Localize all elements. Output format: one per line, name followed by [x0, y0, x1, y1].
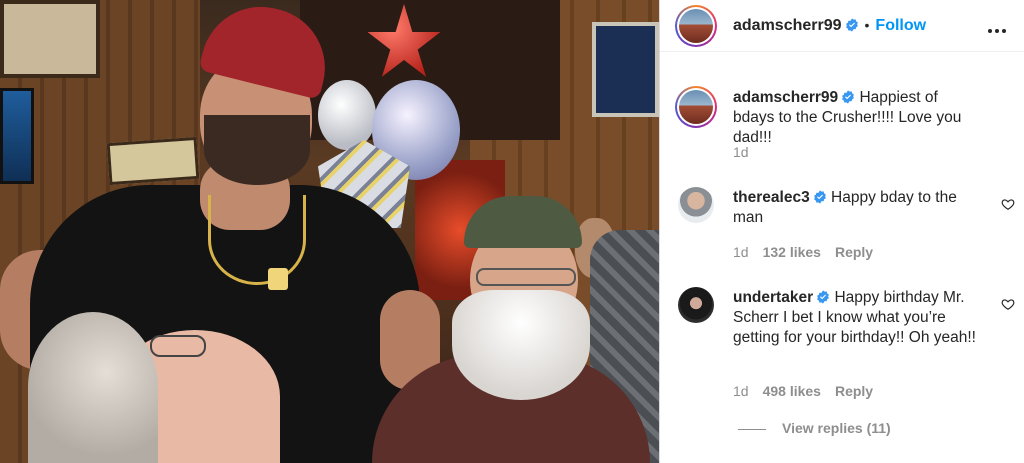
verified-badge-icon [845, 18, 858, 32]
replies-divider-line [738, 428, 766, 430]
commenter-avatar[interactable] [678, 187, 714, 223]
avatar-image [679, 90, 713, 124]
author-avatar[interactable] [675, 5, 717, 47]
caption-avatar[interactable] [675, 86, 717, 128]
more-options-icon[interactable] [988, 20, 1012, 34]
comment-likes[interactable]: 498 likes [763, 383, 821, 399]
post-header: adamscherr99 • Follow [660, 0, 1024, 52]
comment-time[interactable]: 1d [733, 244, 749, 260]
header-user-row: adamscherr99 • Follow [733, 17, 926, 35]
woman-hair [28, 312, 158, 463]
verified-badge-icon [813, 190, 826, 204]
verified-badge-icon [842, 90, 855, 104]
caption-username[interactable]: adamscherr99 [733, 89, 838, 106]
beer-sign [592, 22, 659, 117]
bar-sign [106, 136, 200, 186]
heart-icon[interactable] [1001, 197, 1015, 211]
comment-username[interactable]: undertaker [733, 289, 813, 306]
view-replies-button[interactable]: View replies (11) [738, 420, 891, 436]
tv-screen [0, 88, 34, 184]
gold-chain [208, 195, 306, 285]
heart-icon[interactable] [1001, 297, 1015, 311]
author-username[interactable]: adamscherr99 [733, 17, 842, 34]
caption-time[interactable]: 1d [733, 144, 749, 160]
comment-time[interactable]: 1d [733, 383, 749, 399]
post-photo[interactable] [0, 0, 659, 463]
separator-dot: • [864, 17, 870, 33]
comment-text: therealec3 Happy bday to the man [733, 188, 983, 228]
comment-username[interactable]: therealec3 [733, 189, 810, 206]
comment-meta: 1d 498 likes Reply [733, 383, 887, 399]
reply-button[interactable]: Reply [835, 244, 873, 260]
avatar-image [679, 9, 713, 43]
caption-meta: 1d [733, 144, 763, 160]
commenter-avatar[interactable] [678, 287, 714, 323]
pendant [268, 268, 288, 290]
reply-button[interactable]: Reply [835, 383, 873, 399]
caption-text: adamscherr99 Happiest of bdays to the Cr… [733, 88, 983, 148]
silver-balloon [318, 80, 376, 150]
man-beard [204, 115, 310, 185]
comment-text: undertaker Happy birthday Mr. Scherr I b… [733, 288, 983, 348]
wall-sign [0, 0, 100, 78]
comment-likes[interactable]: 132 likes [763, 244, 821, 260]
view-replies-label: View replies (11) [782, 420, 891, 436]
old-man-glasses [476, 268, 576, 286]
post-side-panel: adamscherr99 • Follow adamscherr99 Happies… [659, 0, 1024, 463]
white-beard [452, 290, 590, 400]
verified-badge-icon [817, 290, 830, 304]
follow-button[interactable]: Follow [875, 17, 926, 34]
woman-glasses [150, 335, 206, 357]
comment-meta: 1d 132 likes Reply [733, 244, 887, 260]
